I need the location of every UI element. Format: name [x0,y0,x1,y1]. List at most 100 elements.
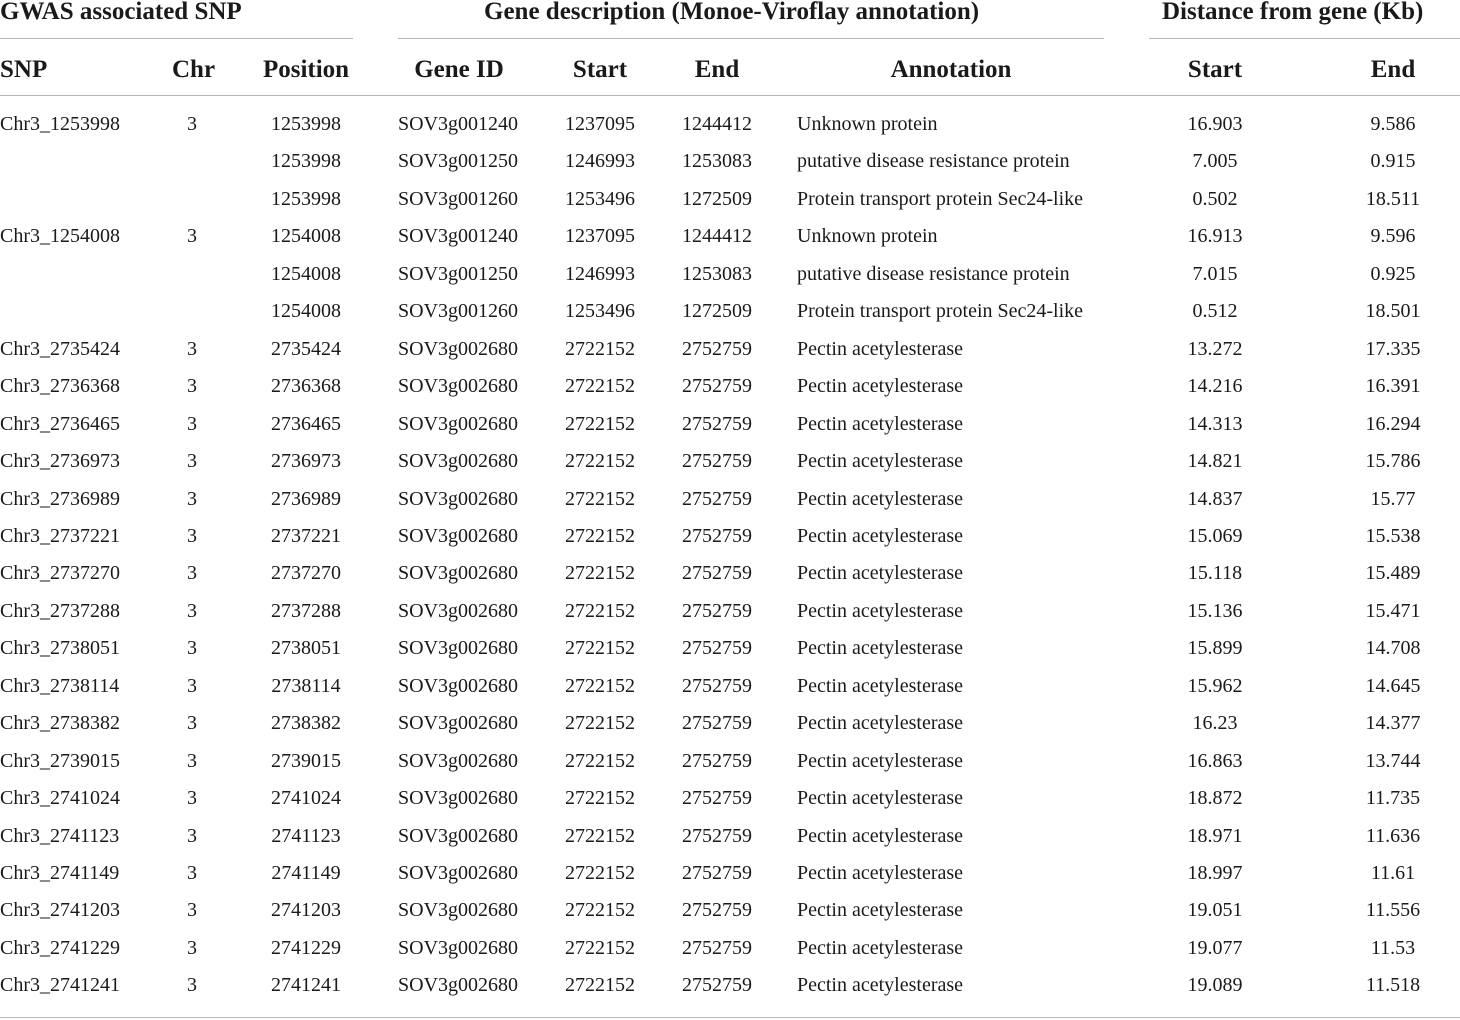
col-header-distance-end: End [1370,56,1416,83]
col-header-snp: SNP [0,56,48,83]
col-header-annotation: Annotation [890,56,1012,83]
cell-gene-end: 2752759 [682,487,752,510]
cell-snp: Chr3_2737270 [0,562,120,585]
cell-gene-end: 2752759 [682,936,752,959]
cell-snp: Chr3_2741123 [0,824,120,847]
cell-chr: 3 [187,862,197,884]
cell-distance-start: 0.512 [1192,300,1238,323]
cell-chr: 3 [187,712,197,735]
cell-snp: Chr3_2736368 [0,375,120,398]
cell-position: 2738114 [271,674,341,697]
header-rule [0,95,1460,96]
cell-distance-start: 16.863 [1187,749,1243,772]
table-row: Chr3_2738382 3 2738382 SOV3g002680 2722152 27… [0,705,1460,742]
bottom-rule [0,1017,1460,1018]
cell-distance-end: 15.489 [1365,562,1421,585]
cell-distance-end: 18.511 [1365,187,1421,210]
cell-chr: 3 [187,599,197,622]
table-row: Chr3_2738114 3 2738114 SOV3g002680 2722152 27… [0,668,1460,705]
cell-gene-id: SOV3g001240 [398,225,519,248]
cell-gene-id: SOV3g002680 [398,824,519,847]
cell-distance-start: 7.005 [1192,150,1238,173]
cell-gene-end: 2752759 [682,974,752,997]
cell-distance-start: 19.051 [1187,899,1243,922]
cell-gene-start: 2722152 [565,712,635,735]
group-header-distance: Distance from gene (Kb) [1162,0,1424,25]
cell-distance-end: 15.538 [1365,524,1421,547]
cell-gene-start: 2722152 [565,787,635,810]
cell-distance-start: 16.913 [1187,225,1243,248]
cell-gene-start: 2722152 [565,412,635,435]
cell-distance-start: 19.077 [1187,936,1243,959]
cell-distance-end: 9.596 [1370,225,1416,248]
cell-gene-end: 2752759 [682,450,752,473]
cell-gene-id: SOV3g002680 [398,787,519,810]
cell-annotation: Pectin acetylesterase [797,412,964,435]
cell-snp: Chr3_2737221 [0,524,120,547]
cell-snp: Chr3_2741149 [0,862,120,884]
cell-distance-start: 18.971 [1187,824,1243,847]
cell-distance-start: 15.899 [1187,637,1243,660]
cell-gene-end: 2752759 [682,862,752,884]
cell-gene-end: 2752759 [682,637,752,660]
table-row: Chr3_2738051 3 2738051 SOV3g002680 2722152 27… [0,630,1460,667]
cell-annotation: Pectin acetylesterase [797,524,964,547]
cell-snp: Chr3_2735424 [0,337,120,360]
cell-chr: 3 [187,824,197,847]
cell-distance-end: 16.294 [1365,412,1421,435]
cell-gene-end: 2752759 [682,599,752,622]
cell-distance-end: 11.518 [1365,974,1421,997]
group-divider-distance [1149,38,1460,39]
cell-gene-id: SOV3g002680 [398,412,519,435]
cell-position: 2741149 [271,862,341,884]
cell-gene-start: 1253496 [565,300,635,323]
cell-gene-end: 2752759 [682,899,752,922]
table-row: 1253998 SOV3g001250 1246993 1253083 putative… [0,143,1460,180]
cell-gene-end: 2752759 [682,337,752,360]
cell-gene-start: 2722152 [565,674,635,697]
cell-annotation: Pectin acetylesterase [797,375,964,398]
cell-annotation: Pectin acetylesterase [797,974,964,997]
cell-position: 1253998 [271,187,341,210]
cell-position: 1253998 [271,150,341,173]
cell-distance-end: 9.586 [1370,113,1416,135]
cell-gene-id: SOV3g002680 [398,749,519,772]
cell-gene-end: 1272509 [682,187,752,210]
table-row: Chr3_2737288 3 2737288 SOV3g002680 2722152 27… [0,593,1460,630]
cell-gene-start: 2722152 [565,637,635,660]
cell-distance-end: 14.708 [1365,637,1421,660]
cell-distance-end: 14.377 [1365,712,1421,735]
cell-annotation: Pectin acetylesterase [797,899,964,922]
cell-gene-id: SOV3g002680 [398,524,519,547]
cell-chr: 3 [187,787,197,810]
cell-distance-end: 0.915 [1370,150,1416,173]
cell-gene-id: SOV3g001250 [398,150,519,173]
table-row: Chr3_1254008 3 1254008 SOV3g001240 1237095 12… [0,218,1460,255]
cell-gene-id: SOV3g002680 [398,487,519,510]
table-row: Chr3_2741203 3 2741203 SOV3g002680 2722152 27… [0,892,1460,929]
cell-gene-id: SOV3g001260 [398,300,519,323]
cell-gene-start: 1246993 [565,262,635,285]
cell-gene-id: SOV3g001260 [398,187,519,210]
col-header-gene-id: Gene ID [414,56,504,83]
cell-chr: 3 [187,674,197,697]
cell-annotation: Pectin acetylesterase [797,787,964,810]
cell-snp: Chr3_2739015 [0,749,120,772]
cell-annotation: Pectin acetylesterase [797,936,964,959]
col-header-position: Position [262,56,350,83]
cell-gene-end: 2752759 [682,412,752,435]
table-row: Chr3_2735424 3 2735424 SOV3g002680 2722152 27… [0,331,1460,368]
cell-distance-end: 11.53 [1370,936,1416,959]
cell-gene-start: 2722152 [565,487,635,510]
table-row: 1254008 SOV3g001260 1253496 1272509 Protein … [0,293,1460,330]
cell-chr: 3 [187,974,197,997]
cell-gene-end: 1253083 [682,150,752,173]
cell-position: 1254008 [271,225,341,248]
cell-gene-end: 2752759 [682,749,752,772]
table-row: Chr3_1253998 3 1253998 SOV3g001240 1237095 12… [0,106,1460,143]
group-header-gwas: GWAS associated SNP [0,0,242,25]
cell-gene-id: SOV3g001240 [398,113,519,135]
cell-gene-end: 2752759 [682,787,752,810]
cell-position: 2736368 [271,375,341,398]
cell-chr: 3 [187,899,197,922]
